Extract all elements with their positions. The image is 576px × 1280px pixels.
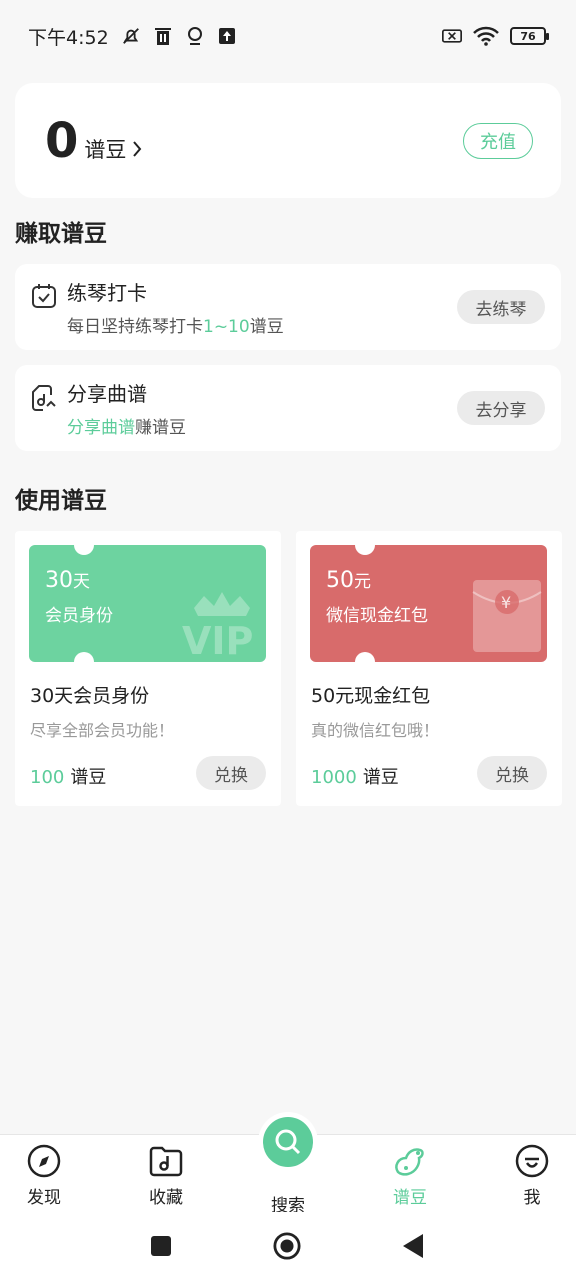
back-triangle-icon: [403, 1234, 423, 1258]
recent-apps-button[interactable]: [147, 1232, 175, 1260]
reward-card-vip[interactable]: 30天 会员身份 VIP 30天会员身份 尽享全部会员功能！ 100 谱豆 兑换: [15, 531, 281, 806]
task-desc: 分享曲谱赚谱豆: [67, 418, 186, 438]
nav-me[interactable]: 我: [487, 1143, 576, 1208]
home-button[interactable]: [273, 1232, 301, 1260]
nav-label: 发现: [27, 1188, 61, 1208]
nav-beans[interactable]: 谱豆: [365, 1143, 455, 1208]
calendar-check-icon: [31, 283, 57, 309]
upload-icon: [217, 26, 237, 46]
ticket-label: 微信现金红包: [326, 606, 428, 626]
search-button[interactable]: [263, 1117, 313, 1167]
system-nav-bar: [0, 1212, 576, 1280]
status-time: 下午4:52: [28, 26, 109, 49]
task-desc: 每日坚持练琴打卡1~10谱豆: [67, 317, 284, 337]
reward-card-redpacket[interactable]: 50元 微信现金红包 ¥ 50元现金红包 真的微信红包哦！ 1000 谱豆 兑换: [296, 531, 562, 806]
task-card-share: 分享曲谱 分享曲谱赚谱豆 去分享: [15, 365, 561, 451]
nav-favorites[interactable]: 收藏: [121, 1143, 211, 1208]
mute-bell-icon: [121, 26, 141, 46]
wifi-icon: [472, 26, 500, 46]
home-circle-icon: [273, 1232, 301, 1260]
no-sim-icon: [442, 26, 462, 46]
red-envelope-icon: ¥: [472, 580, 542, 652]
nav-label: 谱豆: [393, 1188, 427, 1208]
bean-icon: [392, 1143, 428, 1179]
vip-crown-icon: VIP: [182, 592, 253, 656]
share-sheet-icon: [31, 384, 57, 411]
task-title: 分享曲谱: [67, 382, 147, 406]
ticket-amount: 50: [326, 568, 354, 593]
task-card-practice: 练琴打卡 每日坚持练琴打卡1~10谱豆 去练琴: [15, 264, 561, 350]
ticket-amount: 30: [45, 568, 73, 593]
reward-desc: 尽享全部会员功能！: [30, 721, 175, 740]
exchange-button[interactable]: 兑换: [477, 756, 547, 790]
status-bar: 下午4:52 76: [0, 0, 576, 72]
location-icon: [185, 26, 205, 46]
balance-unit: 谱豆: [84, 137, 127, 162]
reward-title: 30天会员身份: [30, 685, 150, 707]
nav-label: 我: [523, 1188, 541, 1208]
exchange-button[interactable]: 兑换: [196, 756, 266, 790]
task-title: 练琴打卡: [67, 281, 147, 305]
back-button[interactable]: [399, 1232, 427, 1260]
nav-label: 收藏: [149, 1188, 183, 1208]
reward-desc: 真的微信红包哦！: [311, 721, 440, 740]
earn-section-title: 赚取谱豆: [15, 221, 107, 247]
reward-price: 100 谱豆: [30, 767, 107, 788]
balance-value: 0: [45, 112, 79, 169]
balance-card: 0 谱豆 充值: [15, 83, 561, 198]
svg-text:VIP: VIP: [182, 619, 253, 656]
nav-discover[interactable]: 发现: [0, 1143, 89, 1208]
reward-title: 50元现金红包: [311, 685, 431, 707]
search-icon: [275, 1129, 301, 1155]
trash-icon: [153, 26, 173, 46]
battery-indicator: 76: [510, 27, 549, 45]
recharge-button[interactable]: 充值: [463, 122, 533, 159]
music-folder-icon: [148, 1143, 184, 1179]
profile-icon: [514, 1143, 550, 1179]
go-share-button[interactable]: 去分享: [457, 391, 545, 425]
use-section-title: 使用谱豆: [15, 488, 107, 514]
go-practice-button[interactable]: 去练琴: [457, 290, 545, 324]
reward-price: 1000 谱豆: [311, 767, 399, 788]
compass-icon: [26, 1143, 62, 1179]
ticket-label: 会员身份: [45, 606, 113, 626]
redpacket-ticket: 50元 微信现金红包 ¥: [310, 545, 547, 662]
vip-ticket: 30天 会员身份 VIP: [29, 545, 266, 662]
balance-link[interactable]: 0 谱豆: [45, 117, 142, 165]
svg-text:¥: ¥: [501, 593, 511, 612]
chevron-right-icon: [133, 140, 142, 157]
square-icon: [151, 1236, 171, 1256]
